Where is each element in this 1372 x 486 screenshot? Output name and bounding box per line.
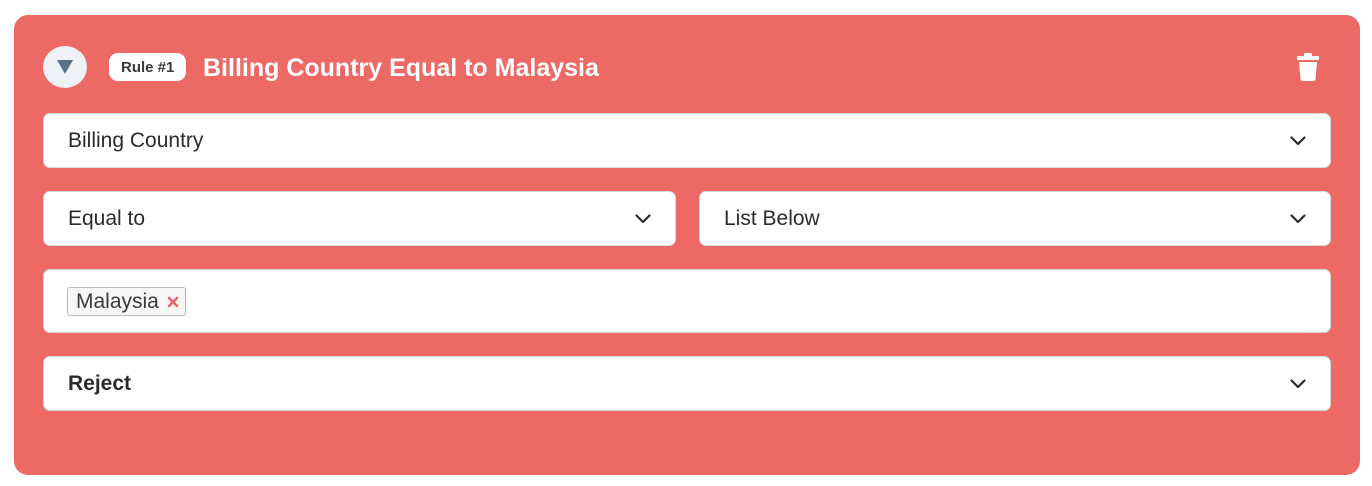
values-tag-input[interactable]: Malaysia [43,269,1331,333]
chevron-down-icon [1290,213,1306,223]
close-icon [167,296,179,307]
rule-number-badge: Rule #1 [109,53,187,81]
action-select-value: Reject [68,371,132,395]
operator-select-value: Equal to [68,206,146,230]
rule-card: Rule #1 Billing Country Equal to Malaysi… [14,15,1360,475]
value-tag: Malaysia [67,287,186,316]
chevron-down-icon [1290,378,1306,388]
chevron-down-icon [1290,135,1306,145]
remove-tag-button[interactable] [167,296,179,308]
delete-rule-button[interactable] [1296,53,1320,81]
operator-select[interactable]: Equal to [43,191,676,246]
rule-title: Billing Country Equal to Malaysia [203,54,599,82]
chevron-down-icon [635,213,651,223]
collapse-toggle-button[interactable] [43,46,87,88]
field-select-value: Billing Country [68,128,204,152]
value-source-select-value: List Below [724,206,820,230]
field-select[interactable]: Billing Country [43,113,1331,168]
triangle-down-icon [57,60,73,74]
value-source-select[interactable]: List Below [699,191,1331,246]
trash-icon [1297,53,1319,81]
action-select[interactable]: Reject [43,356,1331,411]
value-tag-label: Malaysia [76,289,159,313]
